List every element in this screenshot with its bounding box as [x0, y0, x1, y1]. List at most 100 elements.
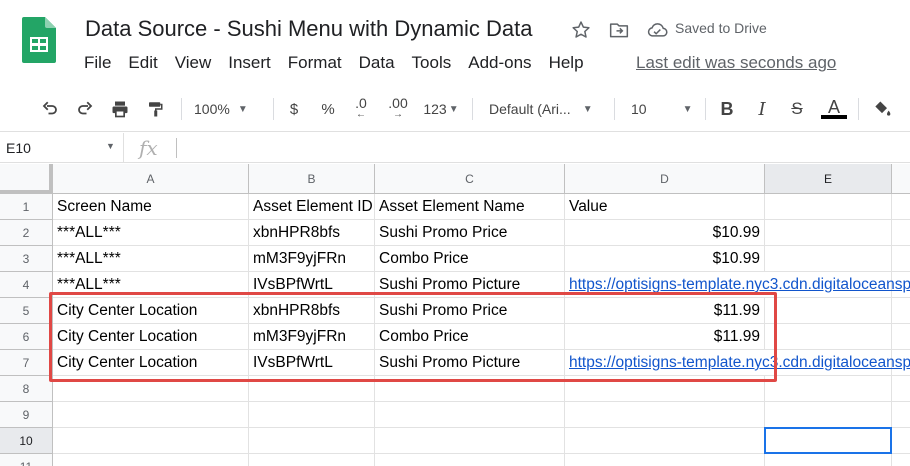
table-cell[interactable]: Combo Price [375, 246, 565, 272]
table-cell[interactable]: $10.99 [565, 220, 765, 246]
sheets-logo-icon[interactable] [22, 17, 56, 63]
row-header-11[interactable]: 11 [0, 454, 53, 466]
table-cell[interactable]: Screen Name [53, 194, 249, 220]
table-cell[interactable] [53, 428, 249, 454]
column-header-b[interactable]: B [249, 164, 375, 194]
table-cell[interactable] [249, 402, 375, 428]
currency-label: $ [289, 100, 299, 118]
table-cell[interactable] [892, 298, 910, 324]
row-header-5[interactable]: 5 [0, 298, 53, 324]
table-cell[interactable]: $10.99 [565, 246, 765, 272]
table-cell[interactable]: Asset Element Name [375, 194, 565, 220]
table-cell[interactable] [892, 246, 910, 272]
table-cell[interactable]: Sushi Promo Price [375, 220, 565, 246]
increase-decimals-button[interactable]: .00 → [383, 95, 413, 123]
bold-button[interactable]: B [716, 95, 738, 123]
menu-file[interactable]: File [84, 53, 111, 73]
row-header-10[interactable]: 10 [0, 428, 53, 454]
table-cell[interactable] [892, 454, 910, 466]
table-cell[interactable] [765, 246, 892, 272]
table-cell[interactable] [765, 220, 892, 246]
bold-label: B [720, 98, 734, 119]
table-cell[interactable] [765, 402, 892, 428]
menu-view[interactable]: View [175, 53, 212, 73]
italic-button[interactable]: I [751, 95, 773, 123]
table-cell[interactable]: Asset Element ID [249, 194, 375, 220]
table-cell[interactable] [565, 402, 765, 428]
menu-tools[interactable]: Tools [412, 53, 452, 73]
zoom-value: 100% [194, 101, 230, 117]
paint-format-icon[interactable] [142, 95, 168, 123]
fill-color-icon[interactable] [870, 95, 894, 123]
row-header-1[interactable]: 1 [0, 194, 53, 220]
row-header-6[interactable]: 6 [0, 324, 53, 350]
print-icon[interactable] [107, 95, 133, 123]
table-cell[interactable] [53, 454, 249, 466]
table-cell[interactable] [892, 324, 910, 350]
column-header-e[interactable]: E [765, 164, 892, 194]
strikethrough-button[interactable]: S [786, 95, 808, 123]
table-cell[interactable] [375, 428, 565, 454]
redo-icon[interactable] [72, 95, 98, 123]
row-header-2[interactable]: 2 [0, 220, 53, 246]
table-cell[interactable]: ***ALL*** [53, 220, 249, 246]
percent-format-button[interactable]: % [317, 95, 339, 123]
table-cell[interactable] [565, 428, 765, 454]
text-color-button[interactable]: A [820, 95, 848, 123]
menu-format[interactable]: Format [288, 53, 342, 73]
table-cell[interactable]: mM3F9yjFRn [249, 246, 375, 272]
table-cell[interactable] [892, 194, 910, 220]
select-all-corner[interactable] [0, 164, 53, 194]
formula-input[interactable] [185, 133, 905, 163]
column-header-overflow [892, 164, 910, 194]
more-formats-button[interactable]: 123 ▼ [420, 95, 462, 123]
table-cell[interactable] [892, 428, 910, 454]
menu-edit[interactable]: Edit [128, 53, 157, 73]
table-cell[interactable]: ***ALL*** [53, 246, 249, 272]
zoom-select[interactable]: 100% ▼ [194, 95, 264, 123]
row-header-3[interactable]: 3 [0, 246, 53, 272]
move-folder-icon[interactable] [607, 18, 631, 42]
column-header-a[interactable]: A [53, 164, 249, 194]
table-cell[interactable] [565, 454, 765, 466]
currency-format-button[interactable]: $ [283, 95, 305, 123]
table-cell[interactable] [892, 376, 910, 402]
name-box-value: E10 [6, 140, 31, 156]
row-header-7[interactable]: 7 [0, 350, 53, 376]
table-cell[interactable]: xbnHPR8bfs [249, 220, 375, 246]
table-cell[interactable] [765, 298, 892, 324]
table-cell[interactable] [765, 454, 892, 466]
menu-add-ons[interactable]: Add-ons [468, 53, 531, 73]
document-title[interactable]: Data Source - Sushi Menu with Dynamic Da… [85, 16, 533, 42]
table-cell[interactable] [375, 454, 565, 466]
text-color-swatch [821, 115, 847, 119]
row-header-4[interactable]: 4 [0, 272, 53, 298]
highlight-box [49, 292, 777, 382]
last-edit-link[interactable]: Last edit was seconds ago [636, 53, 836, 73]
name-box-caret-icon[interactable]: ▼ [106, 141, 115, 151]
menu-data[interactable]: Data [359, 53, 395, 73]
star-icon[interactable] [569, 18, 593, 42]
font-size-select[interactable]: 10 ▼ [631, 95, 696, 123]
font-family-select[interactable]: Default (Ari... ▼ [489, 95, 605, 123]
text-color-label: A [827, 97, 840, 117]
table-cell[interactable] [249, 428, 375, 454]
table-cell[interactable]: Value [565, 194, 765, 220]
table-cell[interactable] [375, 402, 565, 428]
table-cell[interactable] [765, 194, 892, 220]
column-header-c[interactable]: C [375, 164, 565, 194]
toolbar: 100% ▼ $ % .0 ← .00 → 123 ▼ Default (Ari..… [0, 86, 910, 132]
menu-insert[interactable]: Insert [228, 53, 271, 73]
column-header-d[interactable]: D [565, 164, 765, 194]
table-cell[interactable] [892, 402, 910, 428]
table-cell[interactable] [892, 220, 910, 246]
row-header-9[interactable]: 9 [0, 402, 53, 428]
undo-icon[interactable] [37, 95, 63, 123]
row-header-8[interactable]: 8 [0, 376, 53, 402]
table-cell[interactable] [765, 324, 892, 350]
table-cell[interactable] [249, 454, 375, 466]
table-cell[interactable] [53, 402, 249, 428]
decrease-decimals-button[interactable]: .0 ← [348, 95, 374, 123]
menu-help[interactable]: Help [549, 53, 584, 73]
table-cell[interactable] [765, 376, 892, 402]
